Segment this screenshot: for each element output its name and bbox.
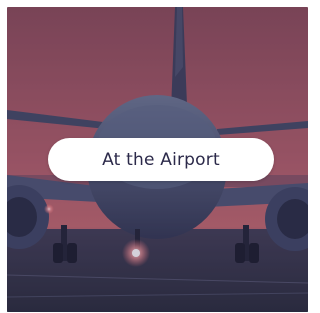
category-title: At the Airport xyxy=(102,149,220,170)
category-card[interactable]: At the Airport xyxy=(7,7,308,312)
category-label-pill[interactable]: At the Airport xyxy=(48,138,274,181)
